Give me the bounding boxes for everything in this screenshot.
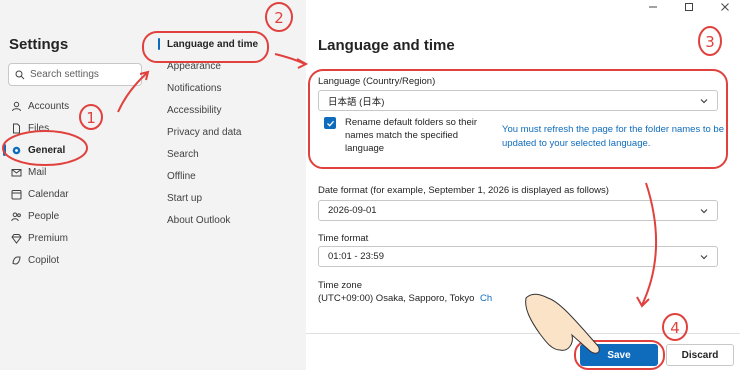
nav-item-files[interactable]: Files xyxy=(0,117,155,139)
language-select[interactable]: 日本語 (日本) xyxy=(318,90,718,111)
nav-item-label: Files xyxy=(28,122,50,134)
language-label: Language (Country/Region) xyxy=(318,76,436,87)
time-format-value: 01:01 - 23:59 xyxy=(328,251,384,262)
time-zone-value: (UTC+09:00) Osaka, Sapporo, Tokyo Ch xyxy=(318,293,492,304)
nav-item-label: Copilot xyxy=(28,254,60,266)
gear-icon xyxy=(11,145,22,156)
subnav-appearance[interactable]: Appearance xyxy=(155,55,306,77)
nav-item-label: Accounts xyxy=(28,100,70,112)
nav-item-calendar[interactable]: Calendar xyxy=(0,183,155,205)
nav-item-copilot[interactable]: Copilot xyxy=(0,249,155,271)
save-button[interactable]: Save xyxy=(580,344,658,366)
nav-item-label: Premium xyxy=(28,232,69,244)
subnav-about-outlook[interactable]: About Outlook xyxy=(155,209,306,231)
page-title: Language and time xyxy=(318,37,455,54)
time-zone-label: Time zone xyxy=(318,280,362,291)
settings-nav: Accounts Files General Mail Calendar Peo… xyxy=(0,95,155,271)
language-value: 日本語 (日本) xyxy=(328,96,385,108)
person-icon xyxy=(11,101,22,112)
maximize-icon[interactable] xyxy=(682,0,696,14)
window-controls xyxy=(646,0,732,14)
refresh-notice: You must refresh the page for the folder… xyxy=(502,124,724,149)
search-placeholder: Search settings xyxy=(30,69,99,80)
subnav-start-up[interactable]: Start up xyxy=(155,187,306,209)
nav-item-people[interactable]: People xyxy=(0,205,155,227)
chevron-down-icon xyxy=(700,209,708,214)
file-icon xyxy=(11,123,22,134)
nav-item-label: Mail xyxy=(28,166,47,178)
subnav-language-and-time[interactable]: Language and time xyxy=(155,33,306,55)
general-subnav: Language and time Appearance Notificatio… xyxy=(155,33,306,231)
copilot-icon xyxy=(11,255,22,266)
diamond-icon xyxy=(11,233,22,244)
nav-item-premium[interactable]: Premium xyxy=(0,227,155,249)
nav-item-accounts[interactable]: Accounts xyxy=(0,95,155,117)
rename-folders-label: Rename default folders so their names ma… xyxy=(345,117,478,154)
nav-item-label: People xyxy=(28,210,60,222)
change-time-zone-link[interactable]: Ch xyxy=(480,293,492,304)
footer-divider xyxy=(306,333,740,334)
rename-folders-checkbox[interactable] xyxy=(324,117,336,129)
checkmark-icon xyxy=(326,120,334,127)
search-icon xyxy=(15,70,25,79)
settings-title: Settings xyxy=(9,36,69,53)
chevron-down-icon xyxy=(700,255,708,260)
nav-item-label: Calendar xyxy=(28,188,69,200)
nav-item-label: General xyxy=(28,144,66,156)
subnav-notifications[interactable]: Notifications xyxy=(155,77,306,99)
nav-item-general[interactable]: General xyxy=(0,139,155,161)
subnav-search[interactable]: Search xyxy=(155,143,306,165)
date-format-select[interactable]: 2026-09-01 xyxy=(318,200,718,221)
people-icon xyxy=(11,211,22,222)
nav-item-mail[interactable]: Mail xyxy=(0,161,155,183)
calendar-icon xyxy=(11,189,22,200)
time-zone-text: (UTC+09:00) Osaka, Sapporo, Tokyo xyxy=(318,293,475,304)
search-settings-input[interactable]: Search settings xyxy=(8,63,142,86)
close-icon[interactable] xyxy=(718,0,732,14)
subnav-privacy-and-data[interactable]: Privacy and data xyxy=(155,121,306,143)
subnav-offline[interactable]: Offline xyxy=(155,165,306,187)
general-subnav-column: Language and time Appearance Notificatio… xyxy=(155,0,306,370)
settings-sidebar: Settings Search settings Accounts Files … xyxy=(0,0,155,370)
date-format-value: 2026-09-01 xyxy=(328,205,377,216)
chevron-down-icon xyxy=(700,99,708,104)
subnav-accessibility[interactable]: Accessibility xyxy=(155,99,306,121)
date-format-label: Date format (for example, September 1, 2… xyxy=(318,185,609,196)
time-format-label: Time format xyxy=(318,233,369,244)
minimize-icon[interactable] xyxy=(646,0,660,14)
time-format-select[interactable]: 01:01 - 23:59 xyxy=(318,246,718,267)
language-time-panel: Language and time Language (Country/Regi… xyxy=(306,0,740,370)
mail-icon xyxy=(11,167,22,178)
discard-button[interactable]: Discard xyxy=(666,344,734,366)
